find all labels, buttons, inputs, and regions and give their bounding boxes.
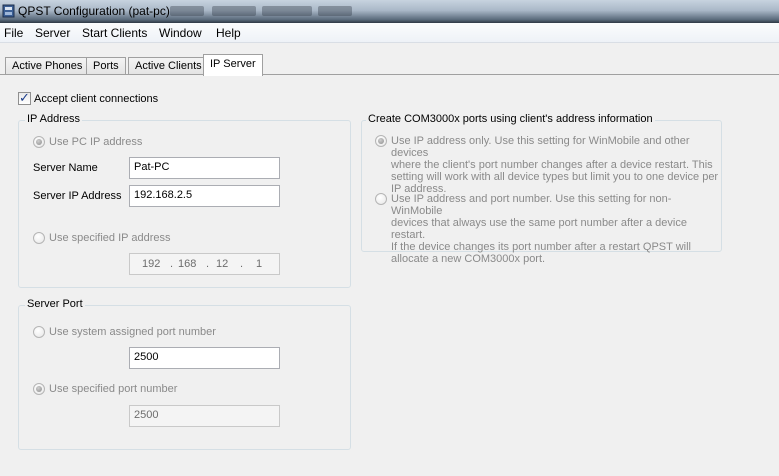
tab-ports[interactable]: Ports xyxy=(86,57,126,75)
ip-and-port-line: If the device changes its port number af… xyxy=(391,241,691,253)
titlebar-reflection xyxy=(262,6,312,16)
ip-dot: . xyxy=(240,258,244,270)
window-title: QPST Configuration (pat-pc) xyxy=(18,4,170,18)
tab-ip-server[interactable]: IP Server xyxy=(203,54,263,76)
check-mark-icon: ✓ xyxy=(19,90,30,105)
server-port-group-title: Server Port xyxy=(25,298,85,310)
ip-only-line: Use IP address only. Use this setting fo… xyxy=(391,135,690,159)
app-icon xyxy=(2,4,15,18)
ip-server-panel: ✓ Accept client connections IP Address U… xyxy=(0,74,779,476)
titlebar-reflection xyxy=(318,6,352,16)
ip-and-port-line: devices that always use the same port nu… xyxy=(391,217,687,241)
ip-octet-2: 168 xyxy=(178,258,197,270)
menu-window[interactable]: Window xyxy=(159,26,202,40)
menu-start-clients[interactable]: Start Clients xyxy=(82,26,147,40)
ip-only-line: setting will work with all device types … xyxy=(391,171,719,183)
menu-help[interactable]: Help xyxy=(216,26,241,40)
ip-and-port-radio[interactable] xyxy=(375,193,387,205)
system-assigned-port-radio[interactable] xyxy=(33,326,45,338)
server-ip-label: Server IP Address xyxy=(33,190,122,202)
menu-file[interactable]: File xyxy=(4,26,23,40)
ip-octet-1: 192 xyxy=(142,258,161,270)
menu-server[interactable]: Server xyxy=(35,26,70,40)
server-ip-field[interactable]: 192.168.2.5 xyxy=(129,185,280,207)
ip-only-radio[interactable] xyxy=(375,135,387,147)
titlebar-reflection xyxy=(212,6,256,16)
ip-and-port-line: Use IP address and port number. Use this… xyxy=(391,193,672,217)
title-bar: QPST Configuration (pat-pc) xyxy=(0,0,779,23)
ip-only-line: where the client's port number changes a… xyxy=(391,159,713,171)
ip-address-group-title: IP Address xyxy=(25,113,82,125)
titlebar-reflection xyxy=(170,6,204,16)
ip-and-port-line: allocate a new COM3000x port. xyxy=(391,253,546,265)
menu-bar: File Server Start Clients Window Help xyxy=(0,23,779,43)
ip-dot: . xyxy=(206,258,210,270)
ip-octet-3: 12 xyxy=(216,258,229,270)
accept-connections-label: Accept client connections xyxy=(34,93,159,105)
specified-port-field[interactable]: 2500 xyxy=(129,405,280,427)
system-assigned-port-label: Use system assigned port number xyxy=(49,326,216,338)
use-pc-ip-radio[interactable] xyxy=(33,136,45,148)
specified-port-radio[interactable] xyxy=(33,383,45,395)
ip-dot: . xyxy=(170,258,174,270)
tab-active-phones[interactable]: Active Phones xyxy=(5,57,90,75)
com-ports-group-title: Create COM3000x ports using client's add… xyxy=(366,113,655,125)
ip-and-port-description: Use IP address and port number. Use this… xyxy=(391,193,721,265)
server-name-field[interactable]: Pat-PC xyxy=(129,157,280,179)
specified-port-label: Use specified port number xyxy=(49,383,178,395)
tab-strip: Active Phones Ports Active Clients IP Se… xyxy=(0,43,779,76)
ip-only-description: Use IP address only. Use this setting fo… xyxy=(391,135,721,195)
use-specified-ip-radio[interactable] xyxy=(33,232,45,244)
tab-active-clients[interactable]: Active Clients xyxy=(128,57,209,75)
server-name-label: Server Name xyxy=(33,162,98,174)
specified-ip-field[interactable]: 192 . 168 . 12 . 1 xyxy=(129,253,280,275)
system-port-field[interactable]: 2500 xyxy=(129,347,280,369)
use-pc-ip-label: Use PC IP address xyxy=(49,136,143,148)
use-specified-ip-label: Use specified IP address xyxy=(49,232,171,244)
accept-connections-checkbox[interactable]: ✓ xyxy=(18,90,31,105)
ip-octet-4: 1 xyxy=(256,258,263,270)
